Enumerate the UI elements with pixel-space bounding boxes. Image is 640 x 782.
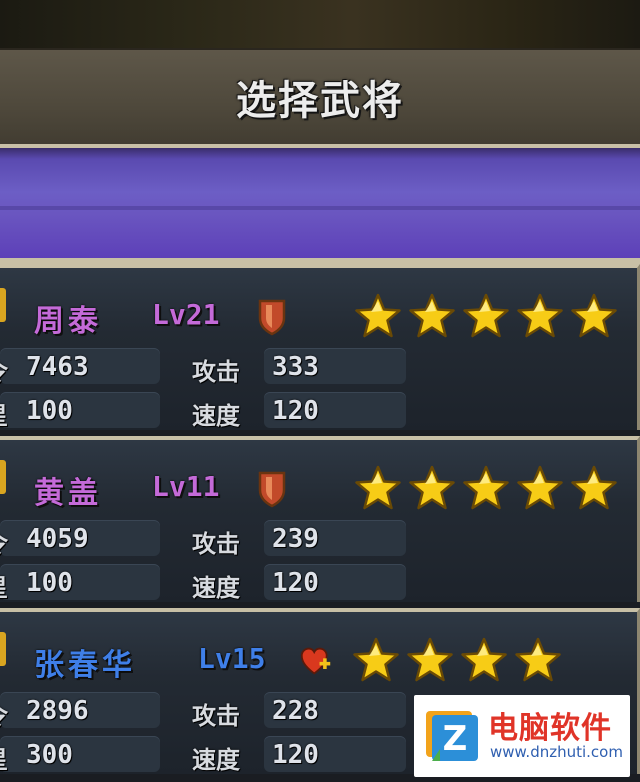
general-level: Lv15: [198, 642, 266, 675]
star-icon: [355, 465, 401, 510]
attack-value: 333: [272, 352, 319, 382]
general-card-header: 周泰 Lv21: [0, 276, 640, 346]
cost-label: 星: [0, 740, 8, 775]
z-logo-icon: Z: [426, 711, 478, 761]
hp-value: 2896: [26, 696, 89, 726]
card-tab-marker: [0, 632, 6, 666]
star-icon: [409, 465, 455, 510]
cost-label: 星: [0, 568, 8, 603]
star-icon: [517, 293, 563, 338]
general-card[interactable]: 周泰 Lv21 令 7463 攻击 333 星 100 速度 120: [0, 264, 640, 430]
attack-value: 228: [272, 696, 319, 726]
speed-value: 120: [272, 740, 319, 770]
title-bar: 选择武将: [0, 48, 640, 150]
heart-plus-icon: [300, 647, 331, 675]
star-icon: [571, 465, 617, 510]
watermark-brand: 电脑软件: [488, 711, 612, 746]
hp-value: 4059: [26, 524, 89, 554]
cost-field: [0, 736, 160, 772]
star-rating: [352, 636, 562, 684]
star-icon: [409, 293, 455, 338]
general-level: Lv11: [152, 470, 220, 503]
star-icon: [517, 465, 563, 510]
speed-label: 速度: [192, 574, 240, 602]
general-name: 张春华: [34, 648, 136, 683]
shield-icon: [258, 471, 286, 508]
shield-icon: [258, 299, 286, 336]
filter-tab-bar[interactable]: [0, 148, 640, 264]
cost-label: 星: [0, 396, 8, 431]
cost-field: [0, 564, 160, 600]
general-name: 周泰: [34, 304, 102, 339]
star-icon: [461, 637, 507, 682]
star-icon: [407, 637, 453, 682]
star-rating: [354, 464, 618, 512]
watermark: Z 电脑软件 www.dnzhuti.com: [414, 695, 630, 777]
svg-text:Z: Z: [443, 719, 468, 759]
attack-label: 攻击: [192, 530, 240, 558]
star-icon: [463, 293, 509, 338]
attack-label: 攻击: [192, 702, 240, 730]
star-icon: [463, 465, 509, 510]
star-icon: [355, 293, 401, 338]
speed-value: 120: [272, 568, 319, 598]
speed-label: 速度: [192, 402, 240, 430]
speed-label: 速度: [192, 746, 240, 774]
cost-value: 100: [26, 396, 73, 426]
cost-field: [0, 392, 160, 428]
page-title: 选择武将: [236, 78, 404, 124]
hp-label: 令: [0, 696, 8, 731]
general-card-header: 张春华 Lv15: [0, 620, 640, 690]
cost-value: 100: [26, 568, 73, 598]
general-card[interactable]: 黄盖 Lv11 令 4059 攻击 239 星 100 速度 120: [0, 436, 640, 602]
watermark-url: www.dnzhuti.com: [490, 743, 623, 761]
attack-value: 239: [272, 524, 319, 554]
star-icon: [515, 637, 561, 682]
hp-label: 令: [0, 352, 8, 387]
general-card-header: 黄盖 Lv11: [0, 448, 640, 518]
speed-value: 120: [272, 396, 319, 426]
star-icon: [353, 637, 399, 682]
game-scene-backdrop: [0, 0, 640, 48]
hp-value: 7463: [26, 352, 89, 382]
general-name: 黄盖: [34, 476, 102, 511]
card-tab-marker: [0, 460, 6, 494]
card-tab-marker: [0, 288, 6, 322]
star-rating: [354, 292, 618, 340]
general-level: Lv21: [152, 298, 220, 331]
cost-value: 300: [26, 740, 73, 770]
hp-label: 令: [0, 524, 8, 559]
star-icon: [571, 293, 617, 338]
attack-label: 攻击: [192, 358, 240, 386]
